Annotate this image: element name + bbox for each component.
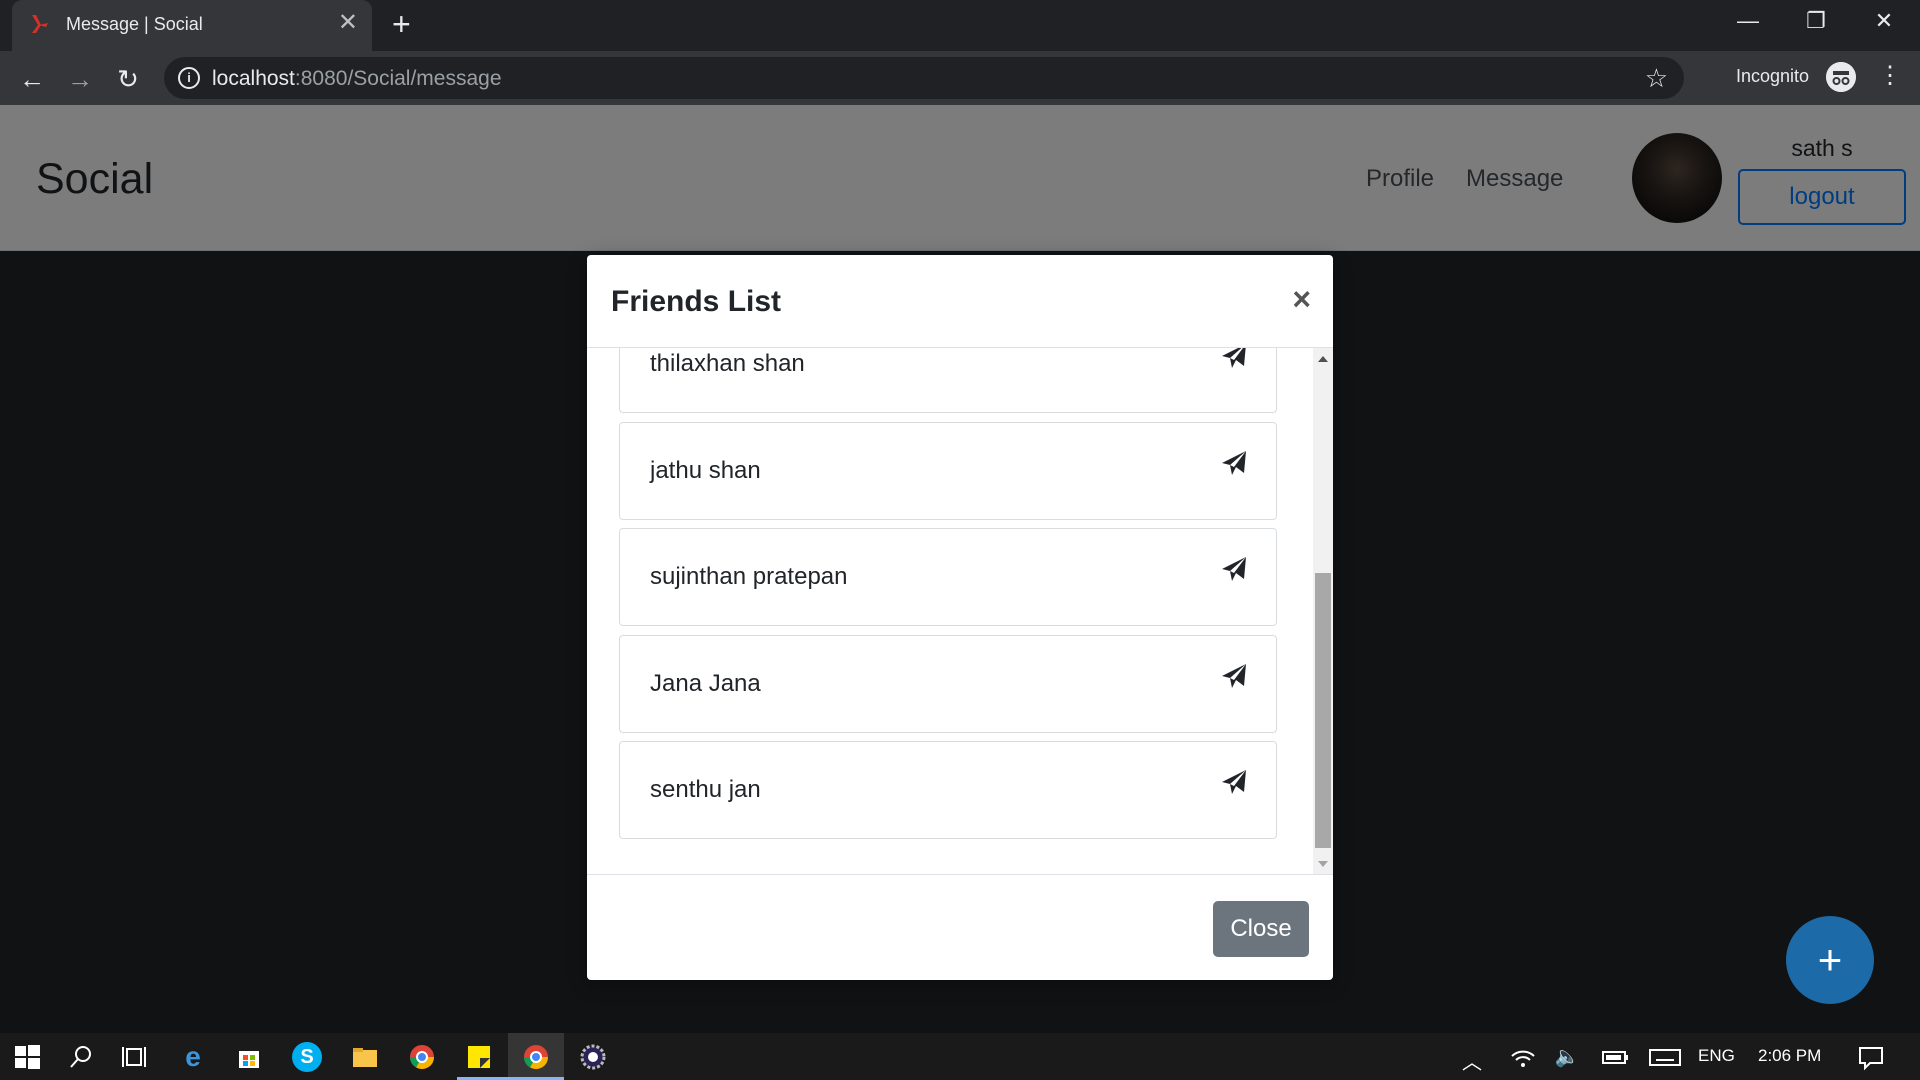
restore-button[interactable]: ❐: [1788, 6, 1844, 36]
send-message-icon[interactable]: [1220, 662, 1248, 690]
url-text[interactable]: localhost:8080/Social/message: [212, 67, 502, 91]
modal-header: Friends List ×: [587, 255, 1333, 348]
list-item[interactable]: thilaxhan shan: [619, 348, 1277, 413]
window-close-button[interactable]: ✕: [1856, 6, 1912, 36]
modal-scrollbar[interactable]: [1313, 348, 1333, 874]
file-explorer-icon[interactable]: [350, 1042, 380, 1072]
forward-arrow-icon[interactable]: →: [62, 61, 98, 97]
list-item[interactable]: jathu shan: [619, 422, 1277, 520]
windows-start-icon[interactable]: [12, 1042, 42, 1072]
battery-icon[interactable]: [1600, 1042, 1630, 1072]
address-bar[interactable]: i localhost:8080/Social/message ☆: [164, 57, 1684, 99]
new-tab-button[interactable]: +: [392, 8, 411, 40]
edge-browser-icon[interactable]: e: [178, 1042, 208, 1072]
scroll-up-arrow-icon[interactable]: [1318, 356, 1328, 362]
wifi-icon[interactable]: [1508, 1042, 1538, 1072]
list-item[interactable]: senthu jan: [619, 741, 1277, 839]
scroll-down-arrow-icon[interactable]: [1318, 861, 1328, 867]
chrome-icon[interactable]: [407, 1042, 437, 1072]
site-info-icon[interactable]: i: [178, 67, 200, 89]
reload-icon[interactable]: ↻: [110, 61, 146, 97]
tab-close-icon[interactable]: ✕: [338, 11, 358, 35]
modal-footer: Close: [587, 875, 1333, 980]
friend-name: sujinthan pratepan: [650, 563, 848, 590]
browser-menu-icon[interactable]: ⋮: [1878, 60, 1902, 92]
language-indicator[interactable]: ENG: [1698, 1046, 1735, 1066]
incognito-label: Incognito: [1736, 66, 1810, 86]
url-host: localhost: [212, 67, 295, 90]
windows-taskbar: e S ︿ 🔈 ENG 2:06 PM: [0, 1033, 1920, 1080]
url-path: :8080/Social/message: [294, 67, 502, 90]
tray-overflow-chevron-icon[interactable]: ︿: [1462, 1046, 1482, 1075]
friend-name: senthu jan: [650, 776, 761, 803]
add-fab-button[interactable]: +: [1786, 916, 1874, 1004]
modal-close-icon[interactable]: ×: [1292, 283, 1311, 315]
volume-icon[interactable]: 🔈: [1552, 1042, 1582, 1072]
scroll-thumb[interactable]: [1315, 573, 1331, 848]
send-message-icon[interactable]: [1220, 449, 1248, 477]
send-message-icon[interactable]: [1220, 555, 1248, 583]
send-message-icon[interactable]: [1220, 348, 1248, 370]
bookmark-star-icon[interactable]: ☆: [1645, 63, 1668, 94]
list-item[interactable]: sujinthan pratepan: [619, 528, 1277, 626]
friend-name: thilaxhan shan: [650, 350, 805, 377]
friends-list-modal: Friends List × thilaxhan shan jathu shan…: [587, 255, 1333, 980]
skype-icon[interactable]: S: [292, 1042, 322, 1072]
back-arrow-icon[interactable]: ←: [14, 61, 50, 97]
friends-list[interactable]: thilaxhan shan jathu shan sujinthan prat…: [587, 348, 1333, 875]
task-view-icon[interactable]: [120, 1042, 150, 1072]
friend-name: Jana Jana: [650, 670, 761, 697]
sticky-notes-icon[interactable]: [464, 1042, 494, 1072]
browser-tabstrip: Message | Social ✕ + — ❐ ✕: [0, 0, 1920, 51]
keyboard-icon[interactable]: [1648, 1042, 1682, 1072]
notifications-icon[interactable]: [1856, 1042, 1886, 1072]
list-item[interactable]: Jana Jana: [619, 635, 1277, 733]
tab-title: Message | Social: [66, 14, 203, 34]
clock-time[interactable]: 2:06 PM: [1758, 1046, 1821, 1066]
minimize-button[interactable]: —: [1720, 6, 1776, 36]
close-button[interactable]: Close: [1213, 901, 1309, 957]
friend-name: jathu shan: [650, 457, 761, 484]
eclipse-ide-icon[interactable]: [578, 1042, 608, 1072]
search-icon[interactable]: [66, 1042, 96, 1072]
modal-title: Friends List: [611, 285, 782, 318]
favicon-icon: [32, 15, 48, 33]
browser-tab[interactable]: Message | Social ✕: [12, 0, 372, 51]
incognito-icon[interactable]: [1826, 62, 1856, 92]
chrome-active-icon[interactable]: [521, 1042, 551, 1072]
send-message-icon[interactable]: [1220, 768, 1248, 796]
store-icon[interactable]: [234, 1042, 264, 1072]
page-content: Social Profile Message sath s logout + F…: [0, 105, 1920, 1033]
